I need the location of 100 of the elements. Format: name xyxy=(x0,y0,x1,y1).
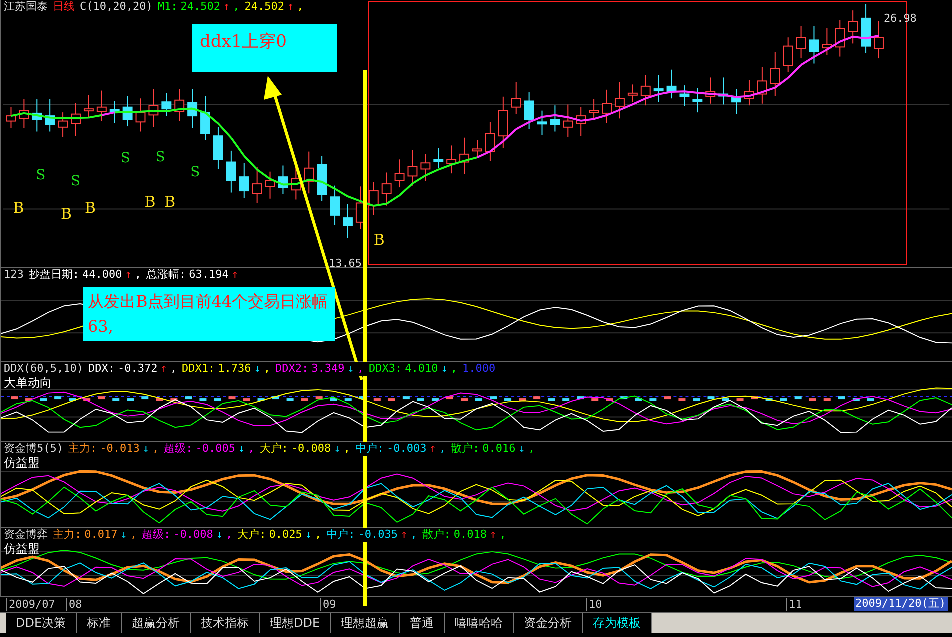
arrow-icon: ↓ xyxy=(216,528,223,542)
panel-title: 资金博5(5) xyxy=(4,442,64,456)
axis-label: 2009/07 xyxy=(6,598,56,611)
candlestick xyxy=(265,171,276,200)
buy-signal: B xyxy=(13,199,24,218)
value-text: 3.349 xyxy=(312,362,345,376)
candlestick xyxy=(32,99,42,132)
sell-signal: S xyxy=(71,173,81,190)
separator: , xyxy=(134,268,142,282)
axis-label: 10 xyxy=(586,598,602,611)
separator: , xyxy=(264,362,270,376)
template-tab[interactable]: DDE决策 xyxy=(6,613,78,633)
candlestick xyxy=(614,82,625,120)
template-tab[interactable]: 存为模板 xyxy=(583,613,652,633)
template-tab[interactable]: 嘻嘻哈哈 xyxy=(445,613,514,633)
value-text: -0.008 xyxy=(291,442,332,456)
arrow-icon: ↑ xyxy=(401,528,408,542)
candlestick xyxy=(330,185,340,226)
candlestick xyxy=(835,20,846,58)
arrow-icon: ↑ xyxy=(430,442,436,456)
value-label: 抄盘日期: xyxy=(28,268,80,282)
arrow-icon: ↑ xyxy=(287,0,294,14)
separator: , xyxy=(357,362,364,376)
buy-signal: B xyxy=(61,205,72,224)
candlestick xyxy=(252,167,262,204)
value-text: 4.010 xyxy=(405,362,438,376)
buy-signal: B xyxy=(144,193,156,212)
sell-signal: S xyxy=(190,164,200,180)
separator: , xyxy=(528,442,535,456)
separator: , xyxy=(410,528,418,542)
candlestick xyxy=(368,182,379,216)
candlestick xyxy=(757,66,768,104)
candlestick xyxy=(485,122,496,162)
template-tab[interactable]: 普通 xyxy=(400,613,446,633)
candlestick xyxy=(744,80,754,106)
candlestick xyxy=(848,10,858,44)
candlestick xyxy=(874,20,884,60)
template-tab[interactable]: 资金分析 xyxy=(514,613,584,633)
arrow-icon: ↑ xyxy=(125,268,132,282)
annotation-box: ddx1上穿0 xyxy=(192,24,337,72)
arrow-icon: ↓ xyxy=(305,528,312,542)
candlestick xyxy=(136,98,146,132)
value-text: 0.018 xyxy=(454,528,487,542)
separator: , xyxy=(450,362,458,376)
value-text: 1.736 xyxy=(218,362,252,376)
candlestick xyxy=(472,140,482,158)
candlestick xyxy=(511,82,522,115)
template-tab[interactable]: 超赢分析 xyxy=(122,613,192,633)
candlestick xyxy=(226,150,236,194)
candlestick xyxy=(356,186,366,230)
arrow-icon: ↓ xyxy=(441,362,448,376)
candlestick xyxy=(576,106,586,137)
panel-title: 123 xyxy=(4,268,24,282)
candlestick xyxy=(58,112,68,138)
arrow-icon: ↓ xyxy=(334,442,341,456)
separator: , xyxy=(226,528,233,542)
arrow-icon: ↑ xyxy=(490,528,497,542)
panel-title: 资金博弈 xyxy=(4,528,48,542)
annotation-box: 从发出B点到目前44个交易日涨幅63, xyxy=(83,287,335,341)
candlestick xyxy=(563,104,574,138)
panel-title: DDX(60,5,10) xyxy=(4,362,84,376)
arrow-icon: ↓ xyxy=(238,442,246,456)
separator: , xyxy=(439,442,446,456)
candlestick xyxy=(602,89,612,124)
arrow-icon: ↓ xyxy=(120,528,128,542)
template-tab[interactable]: 理想DDE xyxy=(260,613,332,633)
candlestick xyxy=(162,92,172,117)
value-label: 超级: xyxy=(164,442,193,456)
value-label: 散户: xyxy=(451,442,480,456)
candlestick xyxy=(654,74,664,103)
template-tab[interactable]: 标准 xyxy=(77,613,122,633)
value-text: 0.025 xyxy=(269,528,302,542)
value-label: DDX3: xyxy=(368,362,402,376)
candlestick xyxy=(640,74,651,106)
value-label: 大户: xyxy=(260,442,288,456)
value-label: 主力: xyxy=(68,442,98,456)
candlestick xyxy=(537,110,548,136)
candlestick xyxy=(809,26,820,64)
candlestick xyxy=(498,96,508,149)
panel-subtitle: 大单动向 xyxy=(4,376,52,390)
candlestick xyxy=(45,99,56,132)
candlestick xyxy=(200,96,210,141)
template-tab[interactable]: 技术指标 xyxy=(191,613,260,633)
arrow-icon: ↓ xyxy=(142,442,150,456)
value-text: 1.000 xyxy=(462,362,496,376)
arrow-icon: ↑ xyxy=(223,0,230,14)
value-text: 24.502 xyxy=(244,0,284,14)
value-label: DDX1: xyxy=(182,362,216,376)
template-tab[interactable]: 理想超赢 xyxy=(331,613,400,633)
panel-subtitle: 仿益盟 xyxy=(4,456,40,470)
price-label: 13.65 xyxy=(329,257,362,267)
separator: , xyxy=(170,362,177,376)
candlestick xyxy=(343,204,353,239)
candlestick xyxy=(861,4,872,54)
separator: , xyxy=(315,528,322,542)
candlestick xyxy=(796,26,806,60)
candlestick xyxy=(718,77,729,106)
candlestick xyxy=(122,96,133,128)
candlestick xyxy=(822,28,832,56)
candlestick xyxy=(19,99,30,129)
